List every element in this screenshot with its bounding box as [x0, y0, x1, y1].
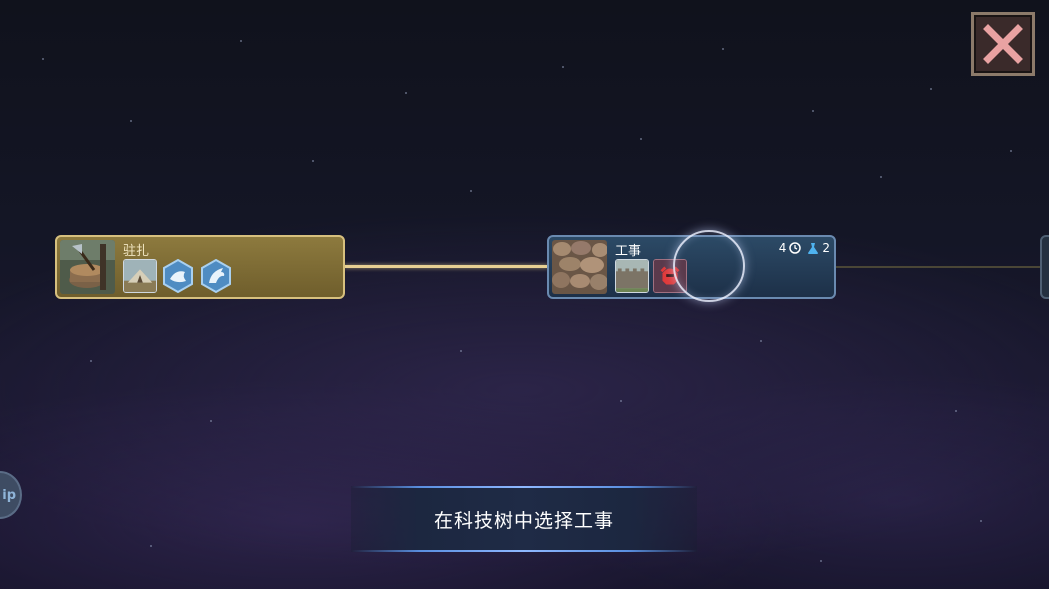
clock-icon [789, 242, 802, 254]
tech-title: 工事 [615, 244, 642, 259]
tutorial-banner: 在科技树中选择工事 [351, 486, 697, 552]
stone-wall-icon [552, 240, 607, 294]
tech-title: 驻扎 [123, 244, 150, 259]
side-edge-label: ip [2, 487, 16, 503]
tech-cost: 4 2 [779, 241, 830, 255]
close-icon [983, 24, 1023, 64]
tech-node-next[interactable] [1040, 235, 1049, 299]
close-button[interactable] [971, 12, 1035, 76]
tutorial-instruction: 在科技树中选择工事 [433, 509, 614, 532]
unlock-list [123, 259, 233, 293]
city-walls-icon[interactable] [615, 259, 649, 293]
tutorial-highlight-ring [673, 230, 745, 302]
tent-camp-icon[interactable] [123, 259, 157, 293]
fish-resource-icon[interactable] [161, 259, 195, 293]
tech-connector-locked [835, 266, 1040, 268]
cost-turns: 4 [778, 241, 787, 255]
science-flask-icon [808, 242, 819, 254]
crab-resource-icon[interactable] [199, 259, 233, 293]
tree-stump-axe-icon [60, 240, 115, 294]
side-edge-button[interactable]: ip [0, 471, 22, 519]
tech-connector-researched [344, 265, 548, 268]
tech-node-researched[interactable]: 驻扎 [55, 235, 345, 299]
cost-points: 2 [822, 241, 830, 255]
